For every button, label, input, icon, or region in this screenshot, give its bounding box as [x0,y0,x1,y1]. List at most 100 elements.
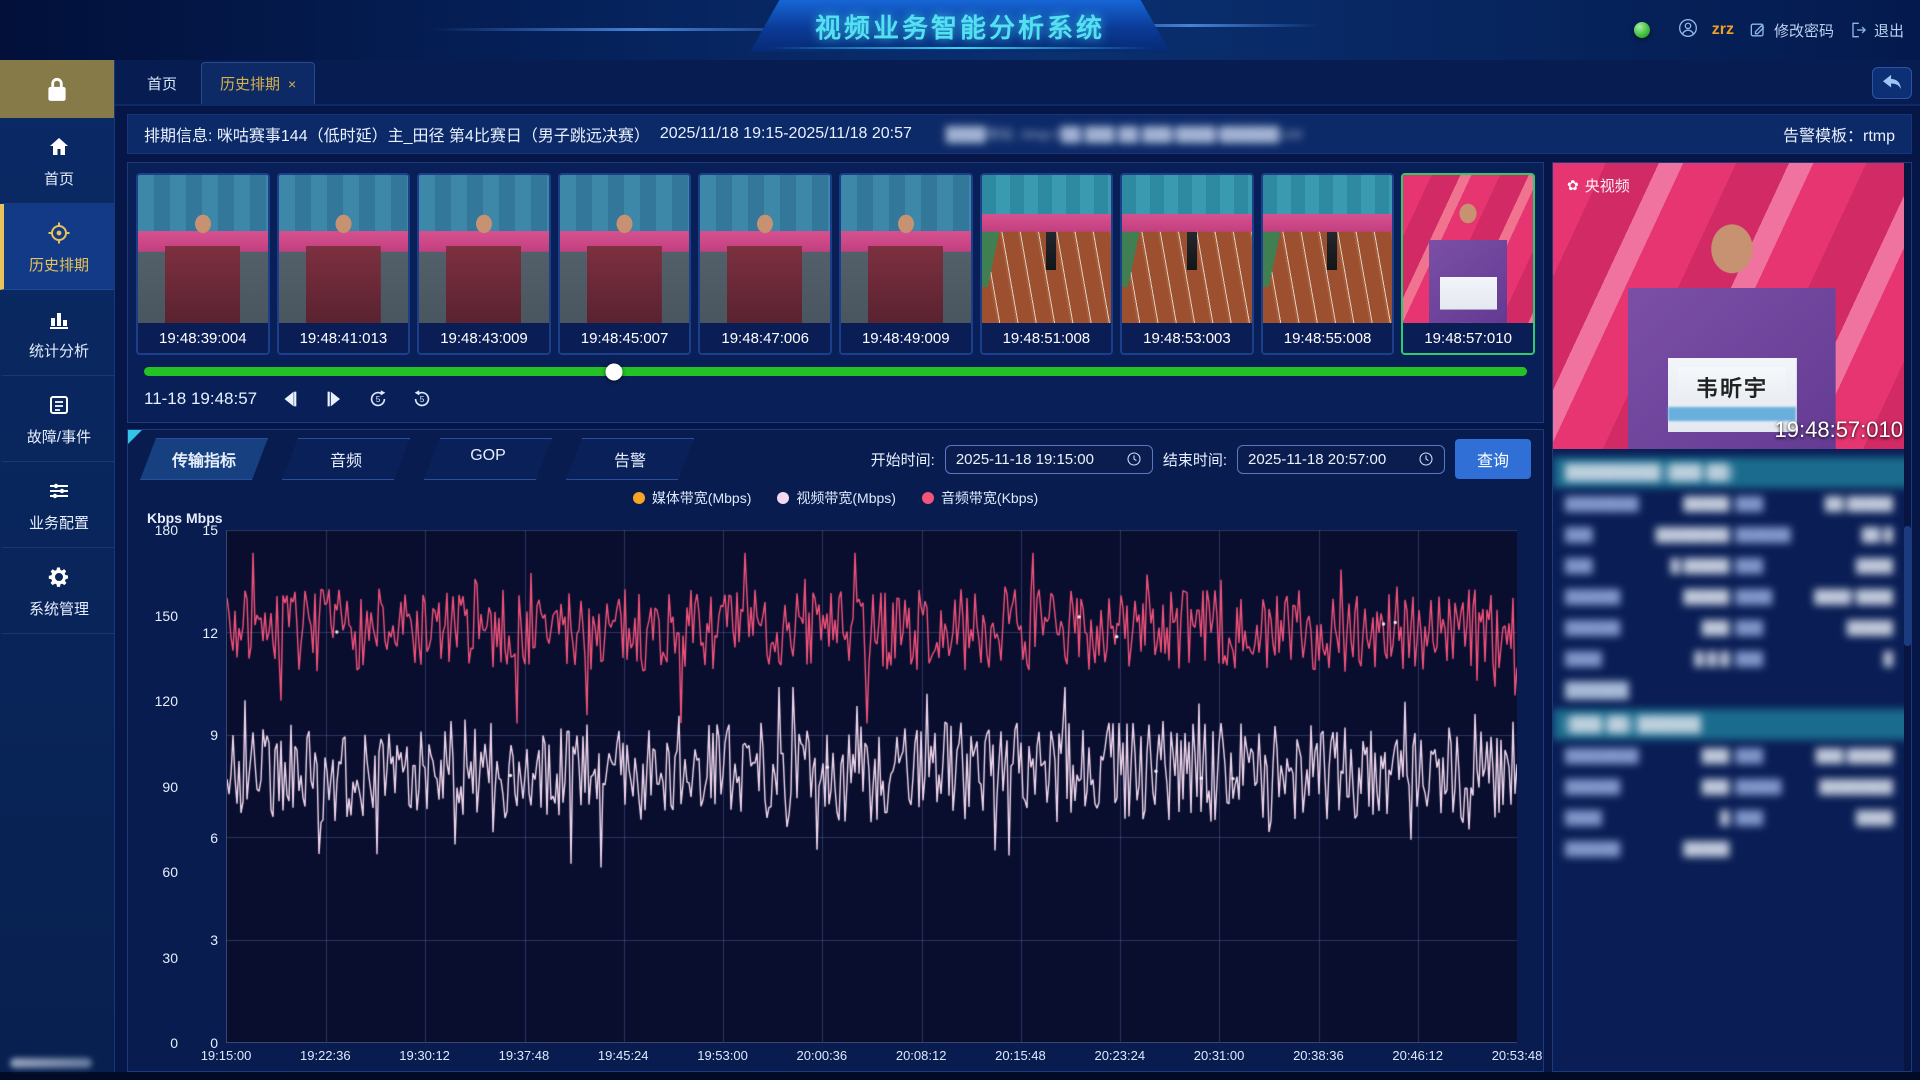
page-title: 视频业务智能分析系统 [815,8,1105,45]
metric-tab-3[interactable]: 告警 [566,438,694,480]
detail-row: ████████████ [1553,802,1911,833]
tab-1[interactable]: 历史排期× [201,62,315,104]
metric-tab-0[interactable]: 传输指标 [140,438,268,480]
x-tick: 20:46:12 [1392,1048,1443,1063]
step-forward-icon [323,388,345,410]
thumbnail-image [1403,175,1533,323]
status-dot [1634,22,1650,38]
thumbnail-1[interactable]: 19:48:41:013 [277,173,411,355]
legend-dot-icon [922,492,934,504]
thumbnail-timestamp: 19:48:53:003 [1122,323,1252,353]
end-time-field[interactable] [1237,445,1445,474]
metrics-header: 传输指标音频GOP告警 开始时间: 结束时间: [140,438,1531,480]
thumbnail-image [982,175,1112,323]
x-axis-ticks: 19:15:0019:22:3619:30:1219:37:4819:45:24… [226,1043,1517,1067]
sidebar-item-label: 故障/事件 [27,426,91,447]
chart-legend: 媒体带宽(Mbps) 视频带宽(Mbps) 音频带宽(Kbps) [140,480,1531,510]
sidebar-item-statistics[interactable]: 统计分析 [0,290,114,376]
lock-button[interactable] [0,60,114,118]
start-time-field[interactable] [945,445,1153,474]
thumbnail-0[interactable]: 19:48:39:004 [136,173,270,355]
sidebar-item-fault-event[interactable]: 故障/事件 [0,376,114,462]
end-time-input[interactable] [1248,451,1408,468]
sidebar-item-home[interactable]: 首页 [0,118,114,204]
change-password-button[interactable]: 修改密码 [1748,20,1834,41]
progress-knob[interactable] [606,363,623,380]
step-back-button[interactable] [279,388,301,410]
schedule-info: 排期信息: 咪咕赛事144（低时延）主_田径 第4比赛日（男子跳远决赛） [144,122,650,146]
right-panel-scrollbar[interactable] [1904,163,1911,1071]
detail-value: ███.█████ [1804,748,1899,763]
detail-row: ██████████████████.█████ [1553,488,1911,519]
x-tick: 20:38:36 [1293,1048,1344,1063]
logout-button[interactable]: 退出 [1848,20,1904,41]
legend-item[interactable]: 视频带宽(Mbps) [777,488,896,508]
tab-0[interactable]: 首页 [129,62,195,104]
thumbnail-timestamp: 19:48:41:013 [279,323,409,353]
tab-label: 首页 [147,73,177,94]
schedule-info-bar: 排期信息: 咪咕赛事144（低时延）主_田径 第4比赛日（男子跳远决赛） 202… [127,114,1912,154]
thumbnail-2[interactable]: 19:48:43:009 [417,173,551,355]
tab-close-icon[interactable]: × [288,76,296,92]
x-tick: 19:30:12 [399,1048,450,1063]
scrollbar-thumb[interactable] [1904,526,1911,646]
thumbnail-5[interactable]: 19:48:49:009 [839,173,973,355]
thumbnail-7[interactable]: 19:48:53:003 [1120,173,1254,355]
y-tick: 180 [155,522,178,538]
y-tick: 15 [202,522,218,538]
chart-plot[interactable] [226,530,1517,1043]
timeline-progress-bar[interactable] [144,367,1527,376]
legend-label: 视频带宽(Mbps) [796,488,896,508]
query-button[interactable]: 查询 [1455,439,1531,479]
bandwidth-chart-canvas [227,530,1517,1042]
detail-label: █████ [1735,779,1803,794]
collapse-panel-button[interactable] [1872,67,1912,99]
start-time-input[interactable] [956,451,1116,468]
detail-value: ████*████ [1804,589,1899,604]
metric-tab-1[interactable]: 音频 [282,438,410,480]
sidebar-nav: 首页历史排期统计分析故障/事件业务配置系统管理 [0,118,114,634]
thumbnail-9[interactable]: 19:48:57:010 [1401,173,1535,355]
legend-item[interactable]: 媒体带宽(Mbps) [633,488,752,508]
video-preview[interactable]: ✿央视频 韦昕宇 19:48:57:010 [1553,163,1911,449]
lock-icon [44,75,70,103]
sidebar: 首页历史排期统计分析故障/事件业务配置系统管理 [0,60,115,1072]
legend-item[interactable]: 音频带宽(Kbps) [922,488,1038,508]
thumbnail-6[interactable]: 19:48:51:008 [980,173,1114,355]
back-arrow-icon [1881,74,1903,92]
svg-text:5: 5 [420,395,425,404]
detail-label: ███ [1735,558,1803,573]
sidebar-item-label: 首页 [44,168,74,189]
thumbnail-3[interactable]: 19:48:45:007 [558,173,692,355]
edit-icon [1748,20,1768,40]
detail-value: █ [1804,651,1899,666]
forward-5s-button[interactable]: 5 [411,388,433,410]
x-tick: 20:15:48 [995,1048,1046,1063]
detail-label: ████ [1565,810,1647,825]
metric-tab-2[interactable]: GOP [424,438,552,480]
detail-label: ████████ [1565,748,1647,763]
sidebar-item-system-manage[interactable]: 系统管理 [0,548,114,634]
detail-label: ██████ [1565,841,1647,856]
main-area: 首页 历史排期× 排期信息: 咪咕赛事144（低时延）主_田径 第4比赛日（男子跳… [115,60,1920,1072]
thumbnail-timestamp: 19:48:49:009 [841,323,971,353]
sidebar-item-business-config[interactable]: 业务配置 [0,462,114,548]
thumbnail-4[interactable]: 19:48:47:006 [698,173,832,355]
thumbnail-image [419,175,549,323]
sidebar-item-label: 统计分析 [29,340,89,361]
target-icon [46,220,72,246]
y-tick: 30 [162,950,178,966]
detail-value: █████ [1804,620,1899,635]
sidebar-item-history-schedule[interactable]: 历史排期 [0,204,114,290]
step-forward-button[interactable] [323,388,345,410]
corner-redacted-chip [10,1058,92,1068]
detail-label: ███ [1735,651,1803,666]
detail-value: █████ [1647,589,1736,604]
detail-label: ██████ [1565,620,1647,635]
detail-label: ███ [1735,748,1803,763]
detail-value: █.█████ [1647,558,1736,573]
detail-label: ███ [1735,620,1803,635]
channel-logo-icon: ✿ [1567,177,1579,194]
rewind-5s-button[interactable]: 5 [367,388,389,410]
thumbnail-8[interactable]: 19:48:55:008 [1261,173,1395,355]
